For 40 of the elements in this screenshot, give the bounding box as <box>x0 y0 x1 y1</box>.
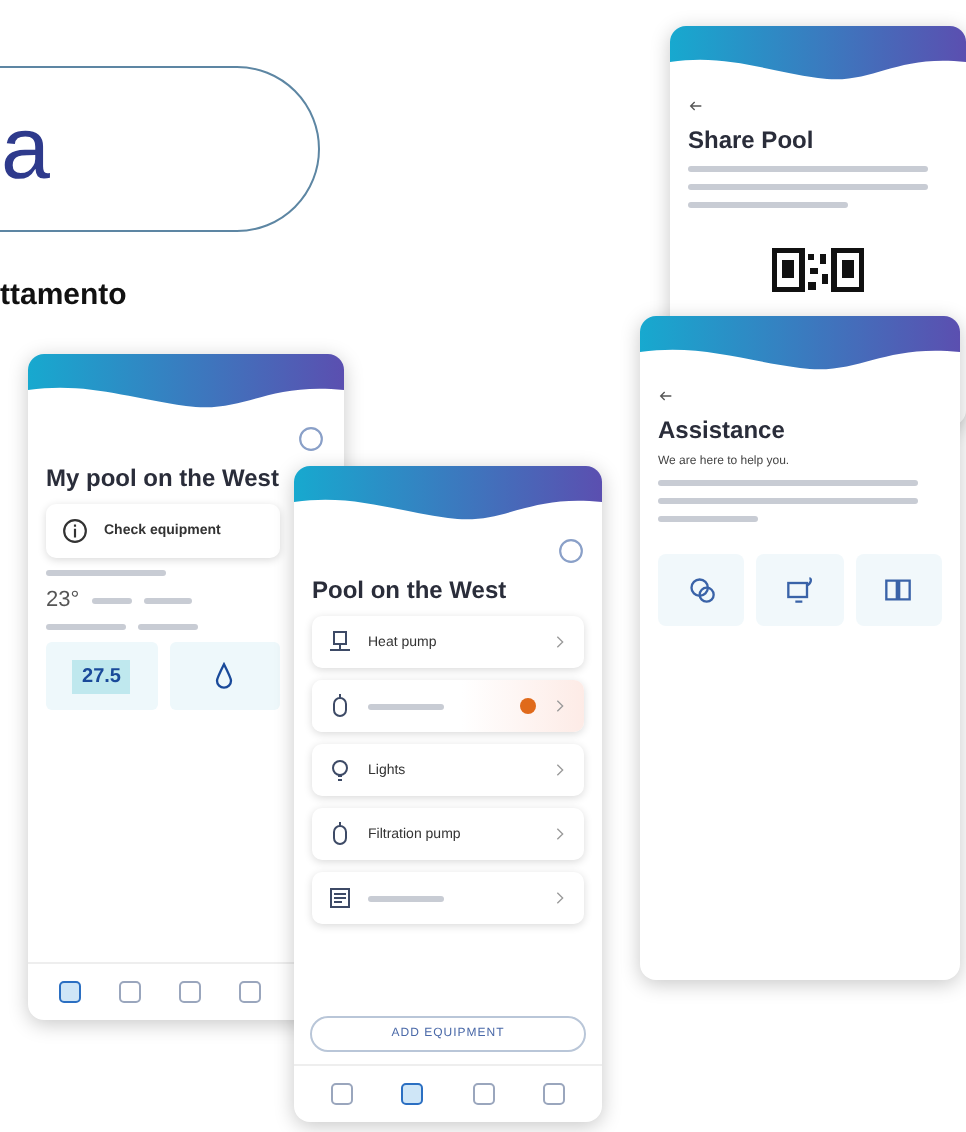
channel-card[interactable] <box>756 554 844 626</box>
nav-tab[interactable] <box>400 1082 425 1106</box>
nav-tab[interactable] <box>238 980 262 1004</box>
nav-tab[interactable] <box>542 1082 567 1106</box>
chevron-icon <box>552 698 568 714</box>
bulb-icon <box>328 758 352 782</box>
cylinder-icon <box>328 694 352 718</box>
assistance-title: Assistance <box>658 416 787 444</box>
profile-icon <box>298 426 324 452</box>
pool-title: My pool on the West <box>46 464 280 492</box>
info-icon <box>62 518 88 544</box>
back-icon <box>658 388 674 404</box>
chevron-icon <box>552 890 568 906</box>
nav-tab[interactable] <box>471 1082 496 1106</box>
nav-tab[interactable] <box>118 980 142 1004</box>
equipment-item[interactable] <box>312 680 584 732</box>
air-temperature: 23° <box>46 588 80 612</box>
profile-icon <box>558 538 584 564</box>
monitor-icon <box>785 576 814 604</box>
pool-title: Pool on the West <box>312 576 509 604</box>
chevron-icon <box>552 826 568 842</box>
panel-icon <box>328 886 352 910</box>
water-temperature: 27.5 <box>72 659 131 693</box>
nav-tab[interactable] <box>329 1082 354 1106</box>
qr-code-icon <box>772 248 864 292</box>
chat-icon <box>687 576 716 604</box>
pump-icon <box>328 630 352 654</box>
heading: a <box>1 105 50 193</box>
chevron-icon <box>552 634 568 650</box>
share-title: Share Pool <box>688 126 816 154</box>
nav-tab[interactable] <box>178 980 202 1004</box>
subheading: ttamento <box>0 278 127 312</box>
chevron-icon <box>552 762 568 778</box>
channel-card[interactable] <box>658 554 745 626</box>
nav-tab[interactable] <box>58 980 82 1004</box>
equipment-item[interactable] <box>312 872 584 924</box>
book-icon <box>884 576 913 604</box>
channel-card[interactable] <box>855 554 942 626</box>
back-icon <box>688 98 704 114</box>
cylinder-icon <box>328 822 352 846</box>
